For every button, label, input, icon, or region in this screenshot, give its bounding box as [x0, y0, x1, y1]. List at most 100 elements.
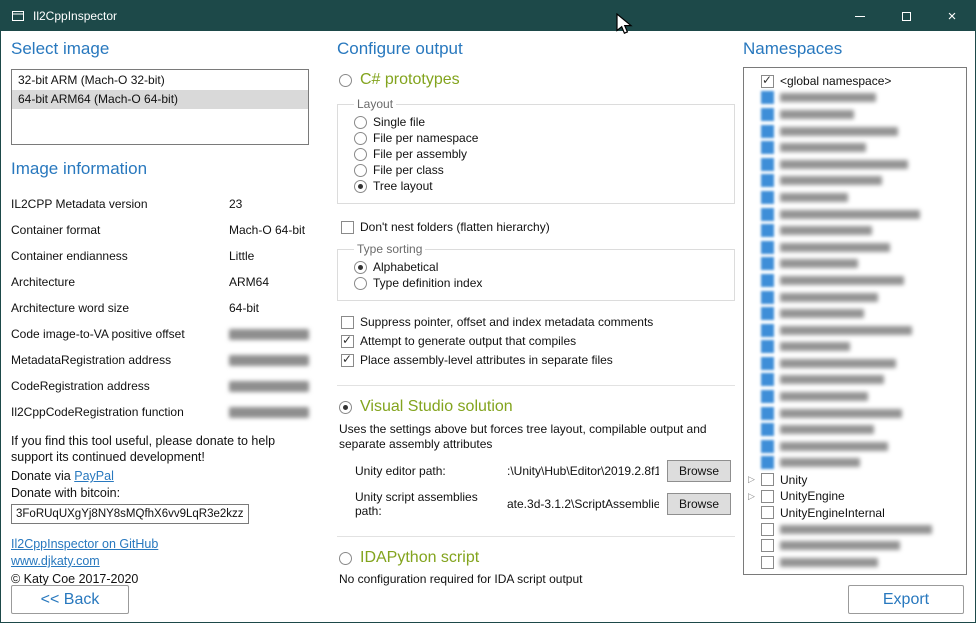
minimize-button[interactable] [837, 1, 883, 31]
redacted-checkbox [761, 440, 774, 453]
layout-option-label: File per assembly [373, 147, 467, 161]
namespace-item[interactable]: ▷ [748, 90, 962, 107]
namespace-checkbox[interactable] [761, 473, 774, 486]
namespace-item[interactable]: ▷ Unity [748, 471, 962, 488]
namespace-item[interactable]: ▷ [748, 239, 962, 256]
redacted-label [780, 176, 882, 185]
namespace-checkbox[interactable] [761, 75, 774, 88]
output-option-checkbox[interactable]: Attempt to generate output that compiles [341, 334, 735, 348]
namespace-item[interactable]: ▷ [748, 372, 962, 389]
redacted-label [780, 226, 872, 235]
redacted-checkbox [761, 208, 774, 221]
redacted-label [780, 442, 888, 451]
csharp-prototypes-radio[interactable]: C# prototypes [339, 71, 735, 89]
redacted-checkbox [761, 324, 774, 337]
namespace-item[interactable]: ▷ [748, 272, 962, 289]
namespace-item[interactable]: ▷ [748, 455, 962, 472]
redacted-checkbox [761, 340, 774, 353]
redacted-label [780, 359, 896, 368]
type-sorting-option-radio[interactable]: Type definition index [354, 276, 724, 290]
unity-editor-path-label: Unity editor path: [355, 464, 507, 478]
namespace-item[interactable]: ▷ UnityEngineInternal [748, 504, 962, 521]
namespaces-panel: Namespaces ▷ <global namespace> ▷ ▷ [743, 39, 967, 575]
expander-icon[interactable]: ▷ [748, 492, 761, 501]
namespace-item[interactable]: ▷ [748, 339, 962, 356]
type-sorting-option-radio[interactable]: Alphabetical [354, 260, 724, 274]
namespace-item[interactable]: ▷ [748, 438, 962, 455]
info-row: Architecture ARM64 [11, 269, 309, 295]
namespace-item[interactable]: ▷ [748, 189, 962, 206]
back-button[interactable]: << Back [11, 585, 129, 614]
links-block: Il2CppInspector on GitHub www.djkaty.com… [11, 536, 309, 586]
export-button[interactable]: Export [848, 585, 964, 614]
output-option-checkbox[interactable]: Suppress pointer, offset and index metad… [341, 315, 735, 329]
layout-option-radio[interactable]: Single file [354, 115, 724, 129]
browse-unity-assemblies-button[interactable]: Browse [667, 493, 731, 515]
namespace-item[interactable]: ▷ [748, 421, 962, 438]
namespace-item[interactable]: ▷ [748, 289, 962, 306]
image-list-item[interactable]: 64-bit ARM64 (Mach-O 64-bit) [12, 90, 308, 109]
layout-group-title: Layout [354, 97, 396, 111]
namespace-item[interactable]: ▷ [748, 322, 962, 339]
namespace-item[interactable]: ▷ [748, 305, 962, 322]
namespace-label: <global namespace> [780, 74, 891, 88]
info-label: Container format [11, 223, 229, 237]
image-list-item[interactable]: 32-bit ARM (Mach-O 32-bit) [12, 71, 308, 90]
namespace-item[interactable]: ▷ UnityEngine [748, 488, 962, 505]
namespace-item[interactable]: ▷ [748, 173, 962, 190]
namespace-item[interactable]: ▷ [748, 521, 962, 538]
redacted-checkbox [761, 125, 774, 138]
radio-icon [339, 401, 352, 414]
namespace-item[interactable]: ▷ [748, 222, 962, 239]
redacted-label [780, 375, 884, 384]
left-panel: Select image 32-bit ARM (Mach-O 32-bit)6… [11, 39, 309, 599]
expander-icon[interactable]: ▷ [748, 475, 761, 484]
bitcoin-address-input[interactable] [11, 504, 249, 524]
layout-option-radio[interactable]: File per class [354, 163, 724, 177]
namespace-item[interactable]: ▷ <global namespace> [748, 73, 962, 90]
namespace-checkbox[interactable] [761, 539, 774, 552]
namespace-item[interactable]: ▷ [748, 538, 962, 555]
output-option-checkbox[interactable]: Place assembly-level attributes in separ… [341, 353, 735, 367]
paypal-link[interactable]: PayPal [74, 469, 114, 483]
namespace-item[interactable]: ▷ [748, 256, 962, 273]
namespace-item[interactable]: ▷ [748, 355, 962, 372]
namespace-item[interactable]: ▷ [748, 554, 962, 571]
radio-icon [354, 277, 367, 290]
browse-unity-editor-button[interactable]: Browse [667, 460, 731, 482]
namespace-item[interactable]: ▷ [748, 206, 962, 223]
layout-option-radio[interactable]: File per assembly [354, 147, 724, 161]
namespaces-list[interactable]: ▷ <global namespace> ▷ ▷ ▷ [743, 67, 967, 575]
unity-assemblies-path-label: Unity script assemblies path: [355, 490, 507, 518]
layout-option-radio[interactable]: File per namespace [354, 131, 724, 145]
namespace-item[interactable]: ▷ [748, 405, 962, 422]
namespace-item[interactable]: ▷ [748, 388, 962, 405]
redacted-checkbox [761, 158, 774, 171]
namespace-item[interactable]: ▷ [748, 156, 962, 173]
type-sorting-option-label: Alphabetical [373, 260, 438, 274]
website-link[interactable]: www.djkaty.com [11, 554, 100, 568]
close-button[interactable]: × [929, 1, 975, 31]
layout-option-radio[interactable]: Tree layout [354, 179, 724, 193]
github-link[interactable]: Il2CppInspector on GitHub [11, 537, 158, 551]
namespace-item[interactable]: ▷ [748, 106, 962, 123]
image-listbox[interactable]: 32-bit ARM (Mach-O 32-bit)64-bit ARM64 (… [11, 69, 309, 145]
info-row: Architecture word size 64-bit [11, 295, 309, 321]
namespace-item[interactable]: ▷ [748, 123, 962, 140]
flatten-checkbox[interactable]: Don't nest folders (flatten hierarchy) [341, 220, 735, 234]
namespace-checkbox[interactable] [761, 556, 774, 569]
redacted-label [780, 342, 850, 351]
namespace-checkbox[interactable] [761, 506, 774, 519]
namespace-checkbox[interactable] [761, 490, 774, 503]
maximize-button[interactable] [883, 1, 929, 31]
redacted-label [780, 160, 908, 169]
donate-via-prefix: Donate via [11, 469, 74, 483]
namespace-checkbox[interactable] [761, 523, 774, 536]
idapython-script-radio[interactable]: IDAPython script [339, 549, 735, 567]
info-value: 23 [229, 197, 242, 211]
info-label: IL2CPP Metadata version [11, 197, 229, 211]
visual-studio-solution-radio[interactable]: Visual Studio solution [339, 398, 735, 416]
configure-output-header: Configure output [337, 39, 735, 59]
namespace-item[interactable]: ▷ [748, 139, 962, 156]
redacted-label [780, 276, 904, 285]
